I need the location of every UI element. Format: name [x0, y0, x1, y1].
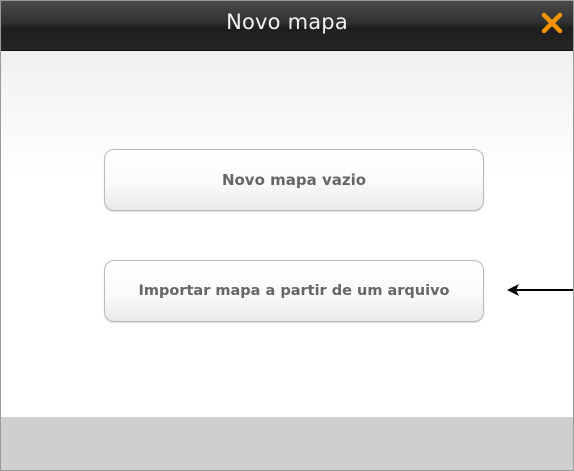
close-icon — [541, 12, 563, 34]
dialog-titlebar: Novo mapa — [1, 1, 573, 51]
import-map-from-file-button[interactable]: Importar mapa a partir de um arquivo — [104, 260, 484, 322]
dialog-content: Novo mapa vazio Importar mapa a partir d… — [1, 51, 573, 417]
new-map-dialog: Novo mapa Novo mapa vazio Importar mapa … — [0, 0, 574, 471]
dialog-footer — [1, 417, 573, 470]
arrow-left-icon — [507, 284, 573, 296]
close-button[interactable] — [539, 10, 565, 36]
new-empty-map-button[interactable]: Novo mapa vazio — [104, 149, 484, 211]
dialog-title: Novo mapa — [226, 10, 348, 34]
